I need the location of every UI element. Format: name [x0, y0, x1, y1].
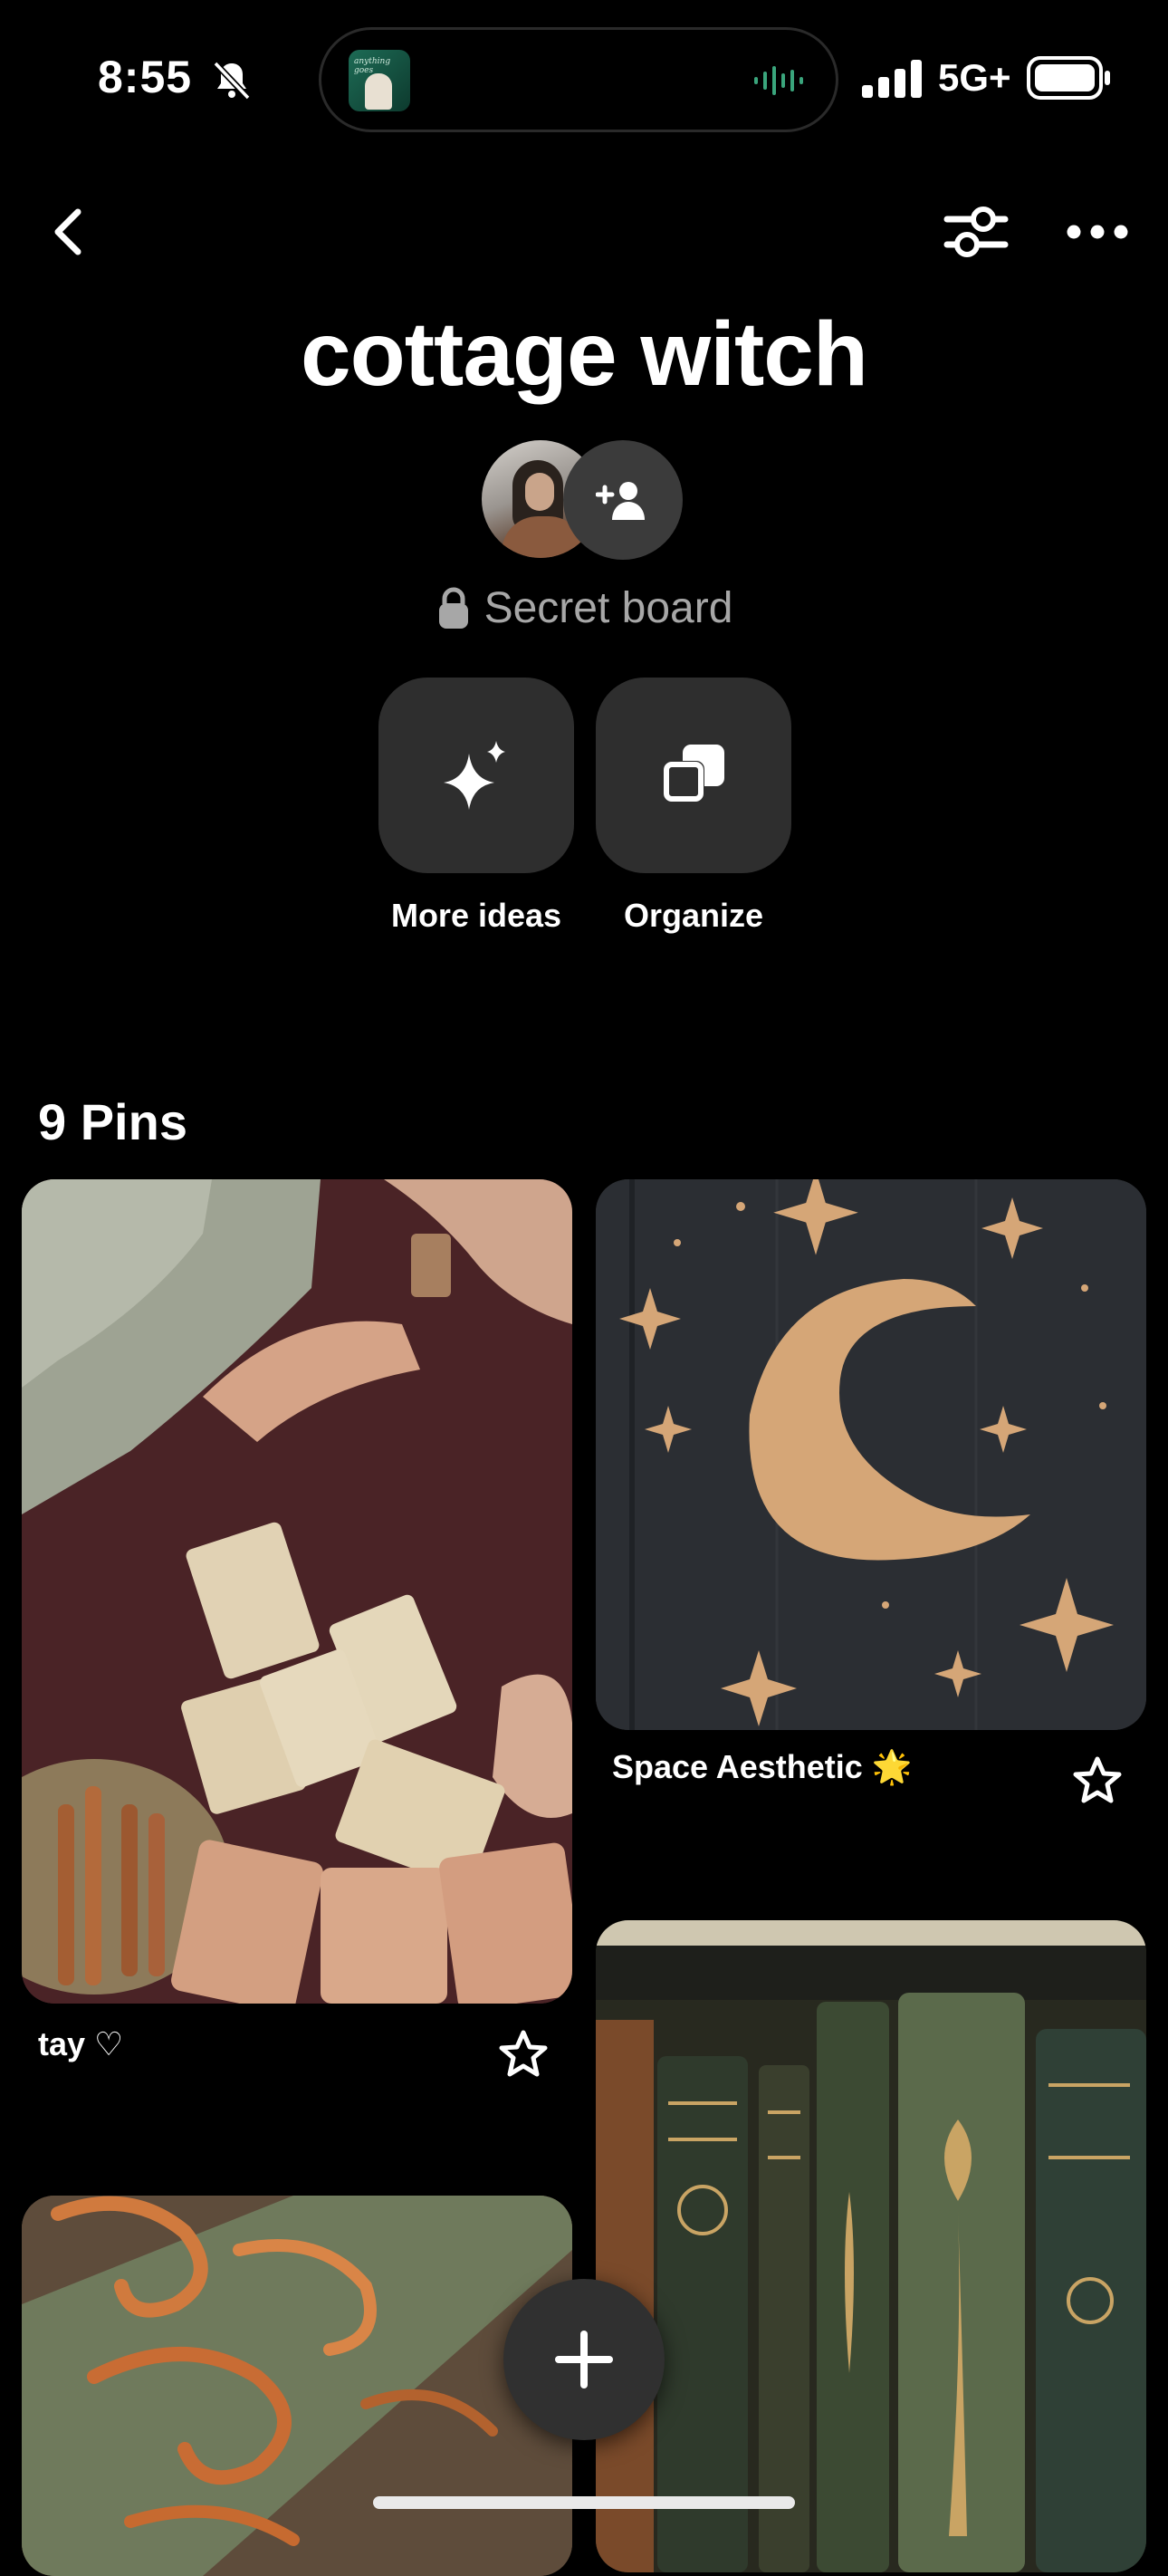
chevron-left-icon	[54, 208, 81, 255]
pins-count: 9 Pins	[38, 1093, 187, 1150]
pin-caption[interactable]: Space Aesthetic 🌟	[612, 1748, 913, 1786]
status-time: 8:55	[98, 52, 193, 102]
leaves-illustration	[22, 2196, 572, 2576]
more-ideas-button[interactable]	[378, 678, 574, 873]
ellipsis-icon[interactable]	[1065, 201, 1130, 263]
sliders-icon[interactable]	[943, 201, 1009, 263]
bell-slash-icon	[213, 61, 251, 101]
invite-collaborator-button[interactable]	[563, 440, 683, 560]
battery-icon	[1027, 56, 1110, 100]
signal-icon	[862, 60, 922, 98]
books-illustration	[596, 1920, 1146, 2572]
artwork-text: anything goes	[354, 57, 391, 75]
privacy-label: Secret board	[483, 583, 733, 632]
now-playing-artwork[interactable]: anything goes	[349, 50, 410, 111]
organize-label: Organize	[623, 897, 764, 934]
dynamic-island[interactable]: anything goes	[319, 27, 838, 132]
network-type: 5G+	[938, 56, 1011, 99]
pin-image-moon[interactable]	[596, 1179, 1146, 1730]
back-button[interactable]	[40, 201, 94, 263]
pin-image-leaves[interactable]	[22, 2196, 572, 2576]
star-outline-icon[interactable]	[1072, 1755, 1123, 1806]
waveform-icon	[754, 66, 803, 95]
home-indicator[interactable]	[373, 2496, 795, 2509]
tarot-illustration	[22, 1179, 572, 2004]
lock-icon	[438, 587, 468, 629]
sparkle-icon	[444, 741, 505, 810]
pin-caption[interactable]: tay ♡	[38, 2025, 123, 2063]
artwork-figure	[365, 73, 392, 110]
pin-image-books[interactable]	[596, 1920, 1146, 2572]
avatar-face	[525, 473, 554, 511]
pin-image-tarot[interactable]	[22, 1179, 572, 2004]
stacked-squares-icon	[663, 745, 724, 803]
star-outline-icon[interactable]	[498, 2029, 549, 2080]
add-person-icon	[596, 482, 645, 520]
add-pin-button[interactable]	[503, 2279, 665, 2440]
moon-illustration	[596, 1179, 1146, 1730]
plus-icon	[555, 2331, 613, 2389]
board-title: cottage witch	[301, 303, 868, 405]
organize-button[interactable]	[596, 678, 791, 873]
privacy-indicator: Secret board	[0, 580, 1168, 636]
